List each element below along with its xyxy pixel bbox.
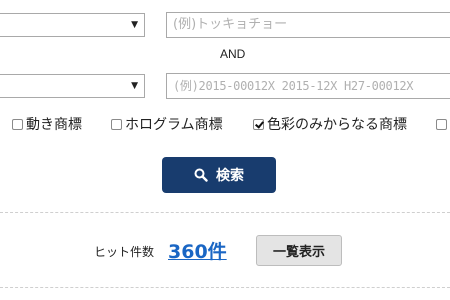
checkbox-label: 動き商標 bbox=[26, 117, 82, 133]
search-form: ▼ (例)トッキョチョー AND ▼ (例)2015-00012X 2015-1… bbox=[0, 0, 450, 300]
search-button-label: 検索 bbox=[216, 168, 244, 184]
divider bbox=[0, 212, 450, 213]
checkbox-motion-mark[interactable]: 動き商標 bbox=[12, 114, 82, 134]
checkbox-label: 色彩のみからなる商標 bbox=[267, 117, 407, 133]
keyword-input[interactable]: (例)トッキョチョー bbox=[166, 12, 450, 38]
checkbox-color-mark[interactable]: 色彩のみからなる商標 bbox=[253, 114, 407, 134]
search-icon bbox=[194, 168, 208, 182]
checkbox-box[interactable] bbox=[12, 118, 23, 130]
list-view-button-label: 一覧表示 bbox=[272, 245, 325, 260]
list-view-button[interactable]: 一覧表示 bbox=[256, 235, 342, 266]
number-input[interactable]: (例)2015-00012X 2015-12X H27-00012X bbox=[166, 73, 450, 99]
chevron-down-icon: ▼ bbox=[131, 20, 138, 30]
checkbox-next-mark[interactable] bbox=[436, 114, 450, 134]
number-type-select[interactable]: ▼ bbox=[0, 74, 145, 98]
trademark-type-checkboxes: 動き商標 ホログラム商標 色彩のみからなる商標 bbox=[0, 114, 450, 134]
hit-count-label: ヒット件数 bbox=[94, 245, 155, 259]
keyword-input-placeholder: (例)トッキョチョー bbox=[173, 17, 288, 32]
search-button[interactable]: 検索 bbox=[162, 157, 276, 193]
checkbox-label: ホログラム商標 bbox=[125, 117, 223, 133]
category-select[interactable]: ▼ bbox=[0, 13, 145, 37]
checkbox-hologram-mark[interactable]: ホログラム商標 bbox=[111, 114, 223, 134]
hit-count-link[interactable]: 360件 bbox=[168, 237, 227, 264]
checkbox-box[interactable] bbox=[436, 118, 447, 130]
checkbox-box[interactable] bbox=[111, 118, 122, 130]
and-label: AND bbox=[220, 47, 246, 61]
chevron-down-icon: ▼ bbox=[131, 81, 138, 91]
number-input-placeholder: (例)2015-00012X 2015-12X H27-00012X bbox=[173, 79, 414, 93]
checkbox-box-checked[interactable] bbox=[253, 118, 264, 130]
divider bbox=[0, 287, 450, 288]
